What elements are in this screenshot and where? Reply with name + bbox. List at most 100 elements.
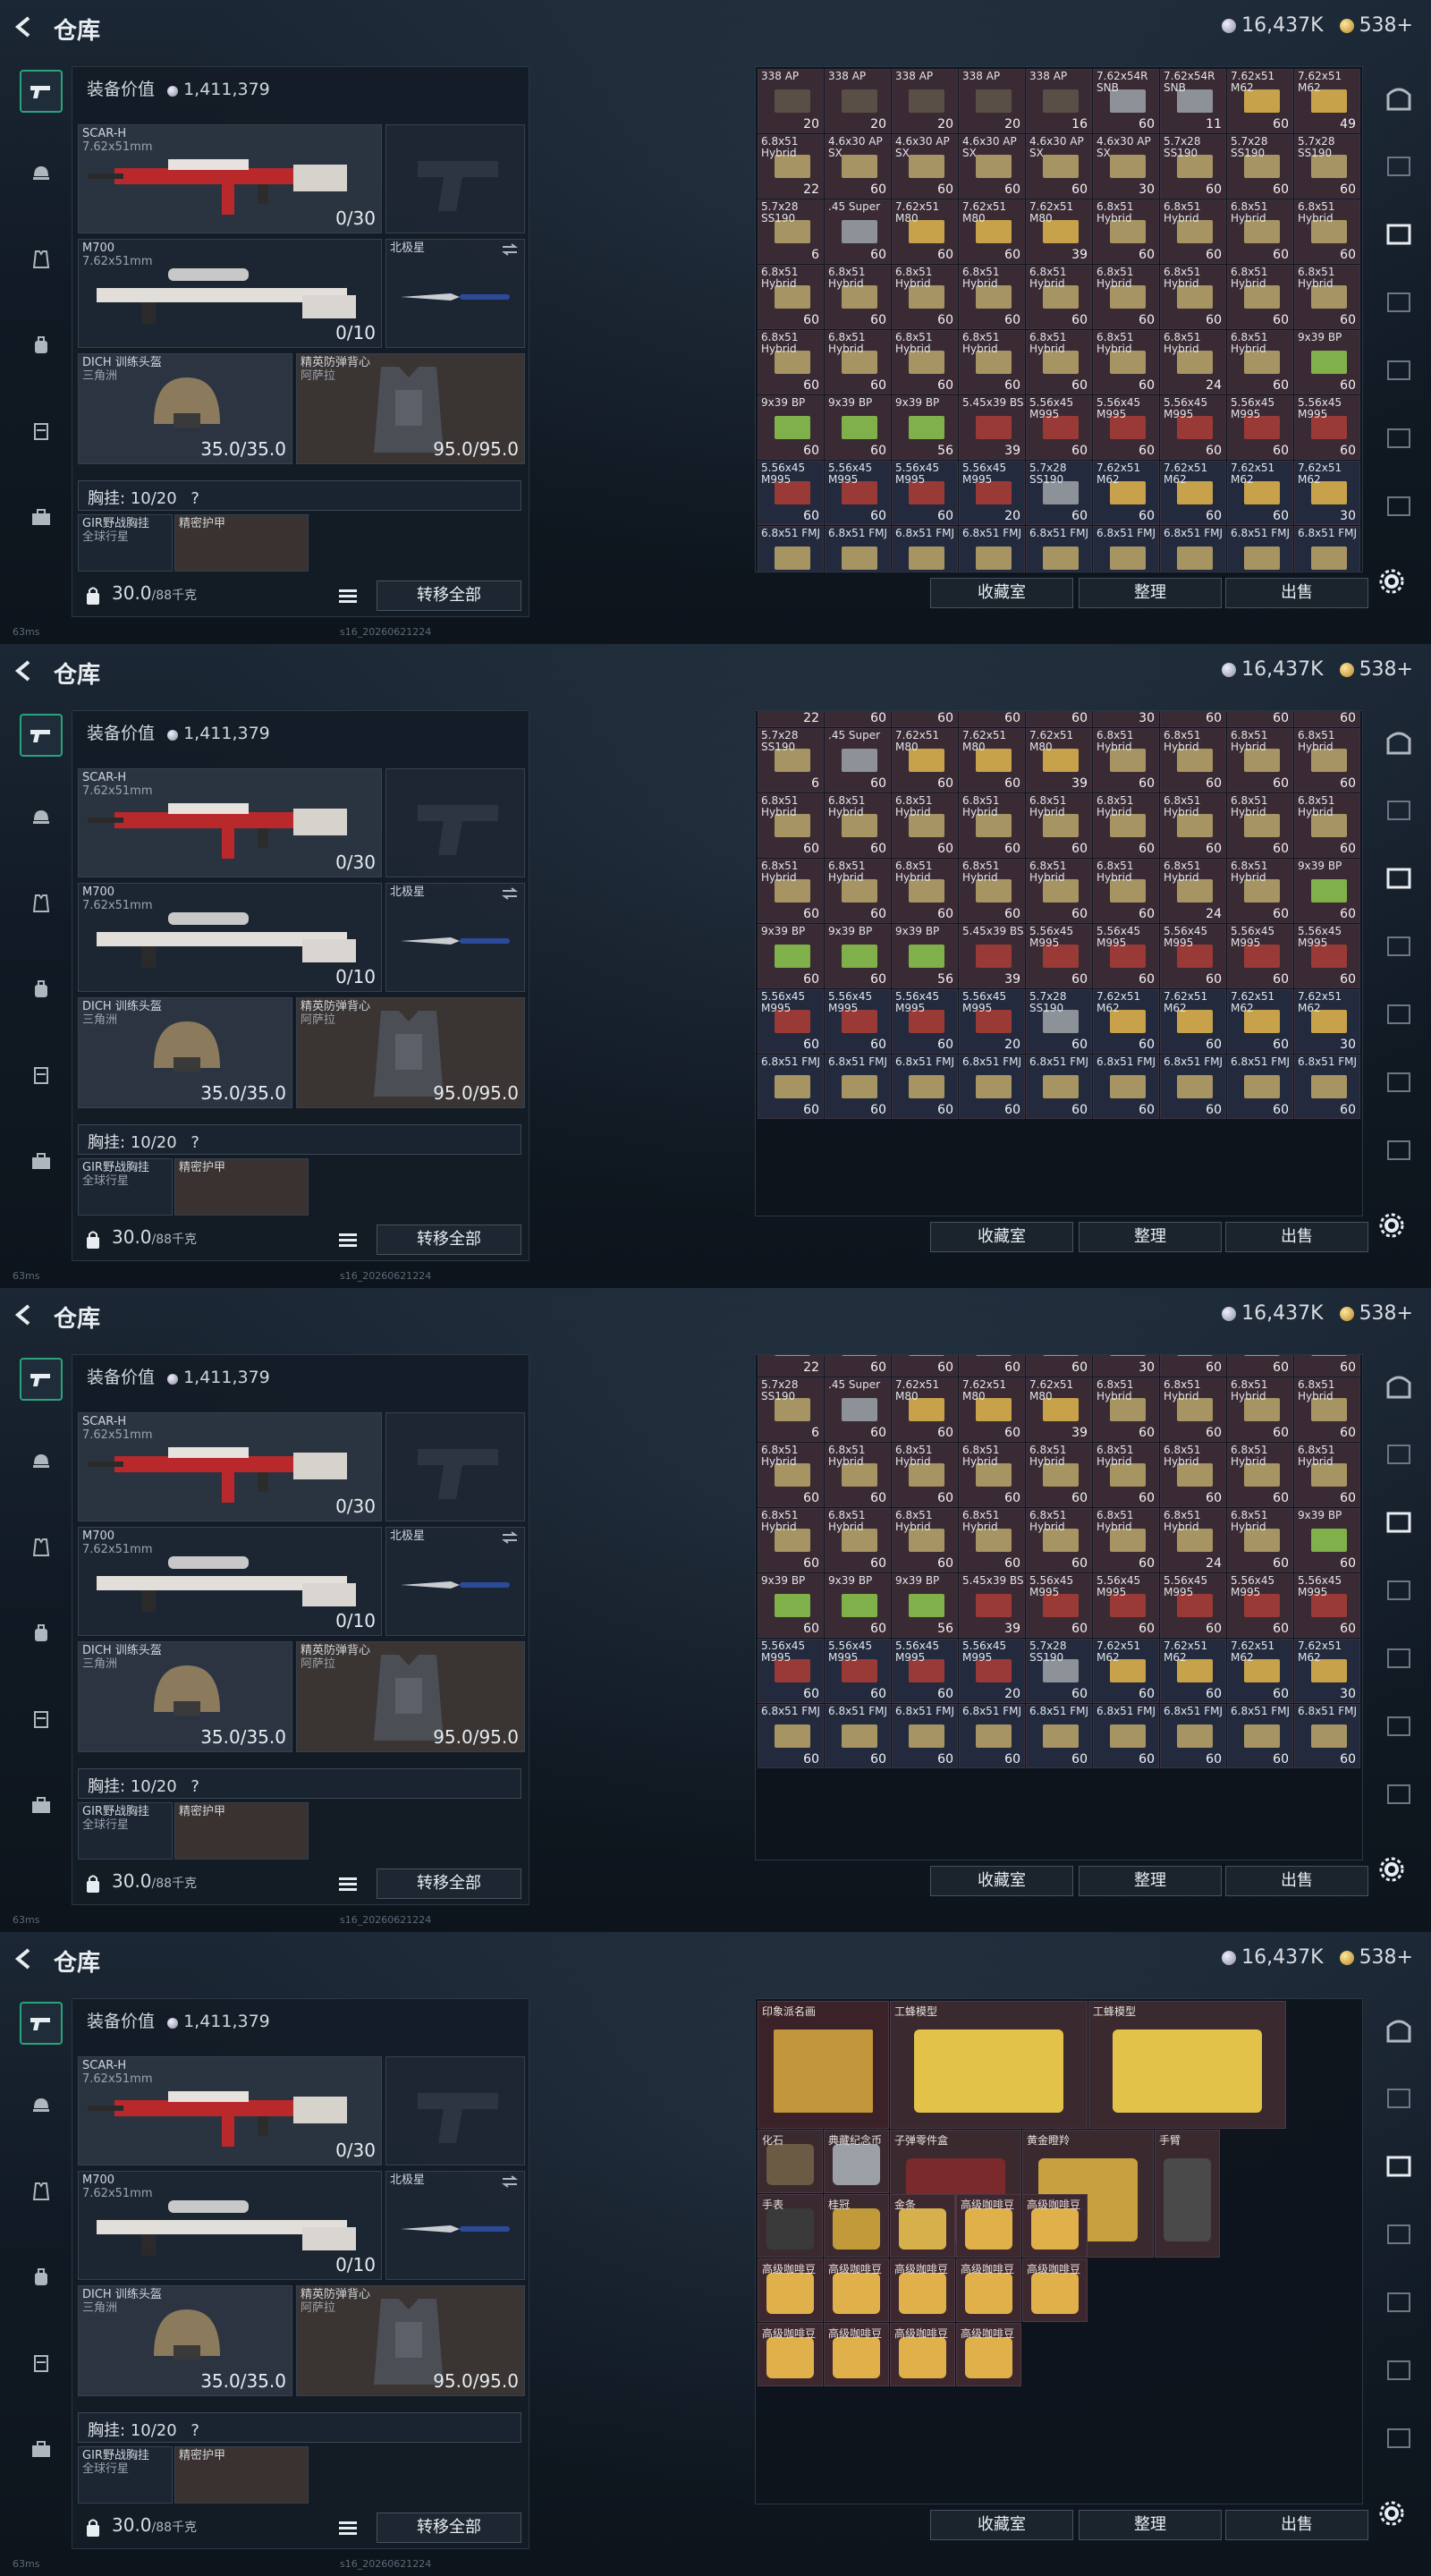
inventory-cell[interactable]: 6.8x51 Hybrid 60 xyxy=(758,1508,824,1572)
inventory-cell[interactable]: 5.56x45 M995 60 xyxy=(1294,1573,1360,1638)
helmet-slot[interactable]: DICH 训练头盔 三角洲 35.0/35.0 xyxy=(78,997,292,1108)
primary-weapon-slot[interactable]: SCAR-H 7.62x51mm 0/30 xyxy=(78,768,382,877)
inventory-cell[interactable]: 6.8x51 FMJ60 xyxy=(1294,526,1360,572)
sort-button[interactable]: 整理 xyxy=(1079,1222,1222,1252)
rail-bag-tab[interactable] xyxy=(20,324,63,367)
silver-currency[interactable]: 16,437K xyxy=(1222,1302,1324,1325)
inventory-cell[interactable]: 7.62x51 M62 60 xyxy=(1160,461,1226,525)
collectible-cell[interactable]: 高级咖啡豆 xyxy=(824,2258,889,2322)
inventory-cell[interactable]: 6.8x51 Hybrid 60 xyxy=(1093,1443,1159,1507)
pistol-slot[interactable] xyxy=(385,768,525,877)
settings-gear-icon[interactable] xyxy=(1377,2499,1406,2528)
inventory-cell[interactable]: 6.8x51 FMJ60 xyxy=(1160,1055,1226,1119)
inventory-cell[interactable]: 5.56x45 M995 60 xyxy=(892,461,958,525)
sort-button[interactable]: 整理 xyxy=(1079,578,1222,608)
inventory-cell[interactable]: 5.7x28 SS19060 xyxy=(1026,989,1092,1054)
inventory-cell[interactable]: 5.7x28 SS190 6 xyxy=(758,1377,824,1442)
rail-helmet-tab[interactable] xyxy=(20,2084,63,2127)
inventory-cell[interactable]: 4.6x30 AP SX60 xyxy=(1026,1355,1092,1377)
inventory-cell[interactable]: 9x39 BP 60 xyxy=(825,395,891,460)
inventory-cell[interactable]: 7.62x51 M80 60 xyxy=(959,1377,1025,1442)
inventory-cell[interactable]: 6.8x51 Hybrid 60 xyxy=(1227,330,1293,394)
inventory-cell[interactable]: 6.8x51 Hybrid 60 xyxy=(1093,265,1159,329)
inventory-cell[interactable]: 6.8x51 FMJ60 xyxy=(1227,1704,1293,1768)
melee-slot[interactable]: 北极星 xyxy=(385,2171,525,2280)
storage-page-1-icon[interactable] xyxy=(1383,2014,1415,2046)
rig-item-slot[interactable]: GIR野战胸挂 全球行星 xyxy=(78,2446,173,2504)
collectible-cell[interactable]: 典藏纪念币 xyxy=(824,2130,889,2193)
inventory-cell[interactable]: .45 Super 60 xyxy=(825,1377,891,1442)
inventory-cell[interactable]: 5.7x28 SS190 6 xyxy=(758,728,824,792)
collectible-cell[interactable]: 桂冠 xyxy=(824,2194,889,2258)
storage-page-2-icon[interactable] xyxy=(1383,2082,1415,2114)
inventory-cell[interactable]: 5.45x39 BS 39 xyxy=(959,395,1025,460)
back-arrow-icon[interactable] xyxy=(13,1302,38,1327)
rail-bag-tab[interactable] xyxy=(20,2256,63,2299)
inventory-cell[interactable]: 4.6x30 AP SX60 xyxy=(825,711,891,727)
inventory-cell[interactable]: 5.7x28 SS19060 xyxy=(1294,1355,1360,1377)
collectible-cell[interactable]: 工蜂模型 xyxy=(890,2001,1088,2129)
rail-armor-tab[interactable] xyxy=(20,882,63,925)
inventory-cell[interactable]: 6.8x51 Hybrid 60 xyxy=(1160,1443,1226,1507)
inventory-cell[interactable]: 9x39 BP 60 xyxy=(825,924,891,988)
storage-page-6-icon[interactable] xyxy=(1383,1066,1415,1098)
inventory-cell[interactable]: 7.62x51 M62 30 xyxy=(1294,1639,1360,1703)
back-arrow-icon[interactable] xyxy=(13,658,38,683)
storage-page-3-icon[interactable] xyxy=(1383,862,1415,894)
rail-case-tab[interactable] xyxy=(20,1784,63,1826)
inventory-cell[interactable]: 5.56x45 M995 20 xyxy=(959,461,1025,525)
rail-rig-tab[interactable] xyxy=(20,1054,63,1097)
inventory-cell[interactable]: 7.62x51 M80 60 xyxy=(892,199,958,264)
inventory-cell[interactable]: .45 Super 60 xyxy=(825,728,891,792)
transfer-all-button[interactable]: 转移全部 xyxy=(377,1224,521,1255)
inventory-cell[interactable]: 6.8x51 Hybrid 60 xyxy=(1026,1508,1092,1572)
melee-slot[interactable]: 北极星 xyxy=(385,239,525,348)
inventory-cell[interactable]: 9x39 BP 60 xyxy=(1294,330,1360,394)
swap-icon[interactable] xyxy=(501,1531,519,1544)
inventory-cell[interactable]: 5.56x45 M995 20 xyxy=(959,1639,1025,1703)
collectible-cell[interactable]: 高级咖啡豆 xyxy=(956,2194,1021,2258)
inventory-cell[interactable]: 6.8x51 Hybrid 22 xyxy=(758,134,824,199)
inventory-cell[interactable]: 6.8x51 Hybrid 60 xyxy=(1227,265,1293,329)
list-view-icon[interactable] xyxy=(335,584,360,607)
pistol-slot[interactable] xyxy=(385,124,525,233)
inventory-cell[interactable]: 7.62x51 M62 30 xyxy=(1294,989,1360,1054)
storage-page-5-icon[interactable] xyxy=(1383,2286,1415,2318)
back-arrow-icon[interactable] xyxy=(13,1946,38,1971)
inventory-cell[interactable]: 6.8x51 FMJ60 xyxy=(1093,1704,1159,1768)
inventory-cell[interactable]: 6.8x51 Hybrid 60 xyxy=(959,1443,1025,1507)
storage-page-6-icon[interactable] xyxy=(1383,1710,1415,1742)
inventory-cell[interactable]: 7.62x51 M80 60 xyxy=(959,728,1025,792)
inventory-cell[interactable]: 5.7x28 SS19060 xyxy=(1160,134,1226,199)
inventory-cell[interactable]: 6.8x51 FMJ60 xyxy=(758,1704,824,1768)
armor-item-slot[interactable]: 精密护甲 xyxy=(174,1158,309,1216)
inventory-cell[interactable]: 6.8x51 Hybrid 60 xyxy=(1227,728,1293,792)
inventory-cell[interactable]: 6.8x51 FMJ60 xyxy=(959,1055,1025,1119)
transfer-all-button[interactable]: 转移全部 xyxy=(377,580,521,611)
storage-page-2-icon[interactable] xyxy=(1383,794,1415,826)
inventory-cell[interactable]: 5.56x45 M995 60 xyxy=(892,1639,958,1703)
inventory-cell[interactable]: 6.8x51 Hybrid 60 xyxy=(825,859,891,923)
list-view-icon[interactable] xyxy=(335,2516,360,2539)
inventory-cell[interactable]: 7.62x51 M80 39 xyxy=(1026,1377,1092,1442)
inventory-cell[interactable]: 6.8x51 Hybrid 60 xyxy=(1093,1508,1159,1572)
storage-page-7-icon[interactable] xyxy=(1383,2422,1415,2454)
sell-button[interactable]: 出售 xyxy=(1225,578,1368,608)
inventory-cell[interactable]: 6.8x51 Hybrid 60 xyxy=(825,793,891,858)
inventory-cell[interactable]: 7.62x51 M62 60 xyxy=(1093,1639,1159,1703)
inventory-cell[interactable]: 9x39 BP 60 xyxy=(758,395,824,460)
inventory-cell[interactable]: 9x39 BP 60 xyxy=(758,1573,824,1638)
inventory-cell[interactable]: 5.56x45 M995 60 xyxy=(1026,395,1092,460)
collectible-cell[interactable]: 高级咖啡豆 xyxy=(758,2323,823,2386)
inventory-cell[interactable]: 5.45x39 BS 39 xyxy=(959,924,1025,988)
inventory-cell[interactable]: 6.8x51 Hybrid 60 xyxy=(1093,330,1159,394)
inventory-cell[interactable]: 5.56x45 M995 60 xyxy=(1294,395,1360,460)
inventory-cell[interactable]: 4.6x30 AP SX30 xyxy=(1093,1355,1159,1377)
list-view-icon[interactable] xyxy=(335,1872,360,1895)
secondary-weapon-slot[interactable]: M700 7.62x51mm 0/10 xyxy=(78,883,382,992)
storage-page-1-icon[interactable] xyxy=(1383,82,1415,114)
help-icon[interactable]: ? xyxy=(191,2421,199,2440)
transfer-all-button[interactable]: 转移全部 xyxy=(377,1868,521,1899)
silver-currency[interactable]: 16,437K xyxy=(1222,14,1324,37)
inventory-cell[interactable]: 6.8x51 Hybrid 60 xyxy=(825,1443,891,1507)
